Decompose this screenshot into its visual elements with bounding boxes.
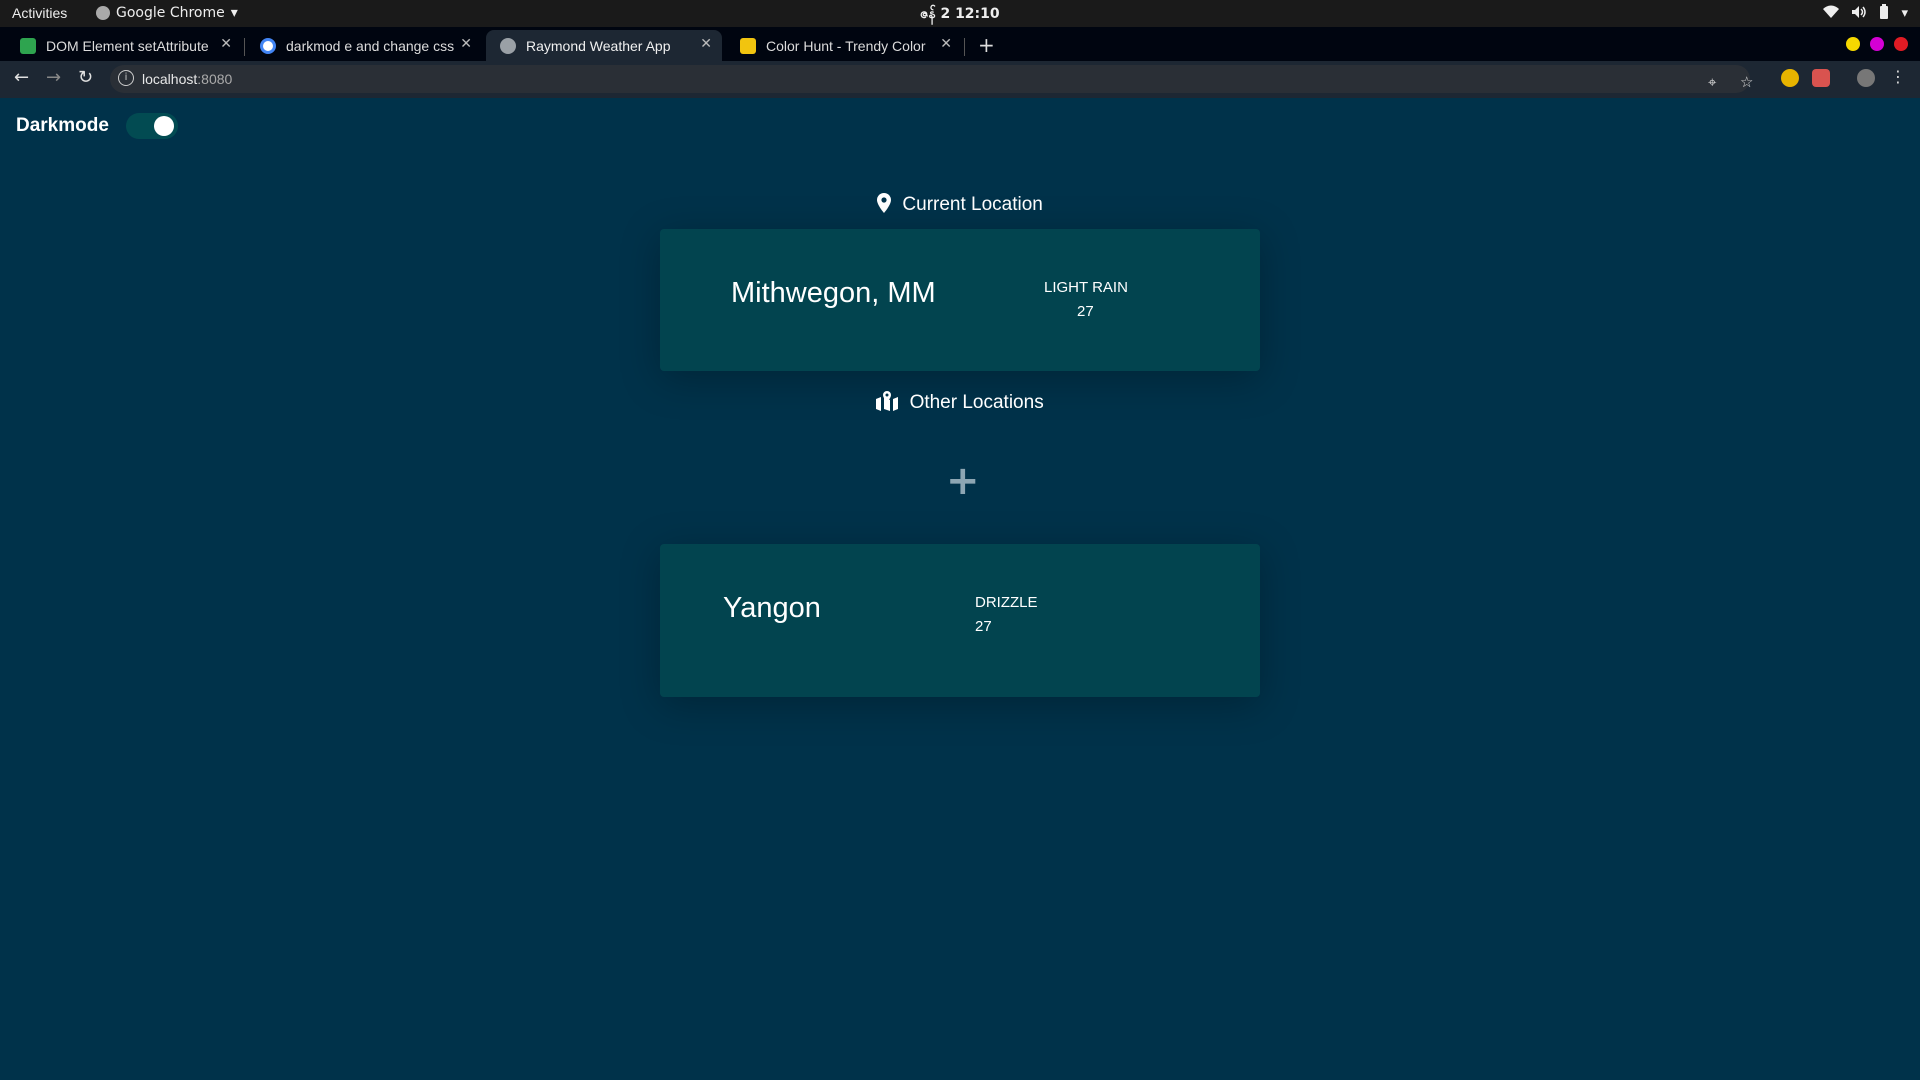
system-tray[interactable]: ▾: [1823, 4, 1908, 23]
browser-toolbar: ← → ↻ i localhost:8080 ⌖ ☆: [0, 61, 1920, 98]
weather-condition: LIGHT RAIN: [1044, 279, 1128, 296]
tab-separator: [964, 38, 965, 56]
current-location-heading: Current Location: [0, 193, 1920, 216]
tab-title: Color Hunt - Trendy Color: [766, 37, 926, 54]
tab-color-hunt[interactable]: Color Hunt - Trendy Color ✕: [726, 30, 962, 61]
clock-date: ဇန် 2: [920, 6, 951, 22]
minimize-button[interactable]: [1846, 37, 1860, 51]
darkmode-label: Darkmode: [16, 115, 109, 136]
globe-icon: [500, 37, 516, 54]
clock-time: 12:10: [955, 6, 1000, 22]
tab-dom-element[interactable]: DOM Element setAttribute ✕: [6, 30, 242, 61]
tab-darkmode-search[interactable]: darkmod e and change css ✕: [246, 30, 482, 61]
url-host: localhost: [142, 71, 198, 87]
map-marked-icon: [876, 391, 909, 413]
close-icon[interactable]: ✕: [460, 36, 472, 52]
app-name: Google Chrome: [116, 5, 225, 21]
chevron-down-icon: ▾: [230, 5, 238, 21]
clock[interactable]: ဇန် 2 12:10: [920, 4, 1000, 25]
back-arrow-icon[interactable]: ←: [14, 67, 29, 88]
tab-title: DOM Element setAttribute: [46, 37, 209, 54]
app-menu[interactable]: Google Chrome ▾: [96, 5, 238, 21]
google-icon: [260, 37, 276, 54]
weather-condition: DRIZZLE: [975, 594, 1038, 611]
shield-icon[interactable]: [1812, 69, 1830, 87]
forward-arrow-icon[interactable]: →: [46, 67, 61, 88]
weather-app-page: Darkmode Current Location Mithwegon, MM …: [0, 98, 1920, 1080]
other-locations-heading: Other Locations: [0, 391, 1920, 414]
url-text: localhost:8080: [142, 71, 232, 87]
tab-separator: [244, 38, 245, 56]
window-controls: [1846, 37, 1908, 51]
city-name: Yangon: [723, 592, 821, 624]
toggle-knob: [154, 116, 174, 136]
city-name: Mithwegon, MM: [731, 277, 936, 309]
tab-title: Raymond Weather App: [526, 37, 671, 54]
reload-icon[interactable]: ↻: [78, 67, 93, 88]
close-icon[interactable]: ✕: [220, 36, 232, 52]
location-target-icon[interactable]: ⌖: [1708, 73, 1716, 91]
close-icon[interactable]: ✕: [940, 36, 952, 52]
color-hunt-icon: [740, 37, 756, 54]
activities-button[interactable]: Activities: [12, 5, 67, 21]
current-location-title: Current Location: [902, 194, 1043, 215]
volume-icon: [1851, 5, 1867, 23]
info-icon[interactable]: i: [118, 70, 134, 86]
tab-strip: DOM Element setAttribute ✕ darkmod e and…: [0, 27, 1920, 61]
tab-title: darkmod e and change css: [286, 37, 455, 54]
kebab-menu-icon[interactable]: ⋮: [1890, 67, 1908, 86]
temperature: 27: [1077, 303, 1094, 320]
location-card-yangon[interactable]: Yangon DRIZZLE 27: [660, 544, 1260, 697]
other-locations-title: Other Locations: [909, 392, 1044, 413]
new-tab-button[interactable]: +: [978, 33, 995, 57]
maximize-button[interactable]: [1870, 37, 1884, 51]
close-icon[interactable]: ✕: [700, 36, 712, 52]
os-top-bar: Activities Google Chrome ▾ ဇန် 2 12:10 ▾: [0, 0, 1920, 27]
extension-icon[interactable]: [1781, 69, 1799, 87]
chevron-down-icon: ▾: [1901, 6, 1908, 21]
current-location-card[interactable]: Mithwegon, MM LIGHT RAIN 27: [660, 229, 1260, 371]
wifi-icon: [1823, 5, 1840, 23]
map-pin-icon: [877, 193, 902, 215]
darkmode-toggle[interactable]: [126, 113, 178, 139]
url-port: :8080: [197, 71, 233, 87]
add-location-button[interactable]: +: [946, 458, 980, 504]
temperature: 27: [975, 618, 992, 635]
favicon-icon: [20, 37, 36, 54]
tab-weather-app[interactable]: Raymond Weather App ✕: [486, 30, 722, 61]
avatar[interactable]: [1857, 69, 1875, 87]
battery-icon: [1879, 4, 1889, 23]
close-window-button[interactable]: [1894, 37, 1908, 51]
chrome-icon: [96, 6, 110, 20]
address-bar[interactable]: i localhost:8080 ⌖ ☆: [110, 65, 1753, 93]
star-icon[interactable]: ☆: [1740, 73, 1753, 91]
